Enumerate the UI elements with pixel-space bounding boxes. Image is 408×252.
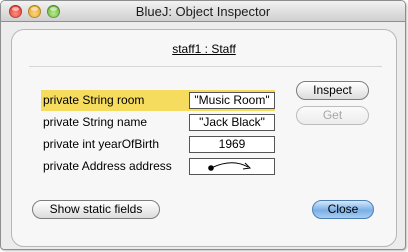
inspector-panel: staff1 : Staff private String room "Musi… [11, 29, 397, 247]
field-row-address[interactable]: private Address address [41, 156, 275, 177]
field-value: 1969 [189, 136, 275, 153]
close-button[interactable]: Close [312, 200, 374, 219]
object-reference-value[interactable] [189, 158, 275, 175]
field-row-name[interactable]: private String name "Jack Black" [41, 112, 275, 133]
field-label: private int yearOfBirth [43, 137, 160, 151]
inspect-button[interactable]: Inspect [296, 81, 369, 100]
window-title: BlueJ: Object Inspector [135, 4, 271, 19]
field-value: "Jack Black" [189, 114, 275, 131]
divider [29, 66, 382, 67]
field-value: "Music Room" [189, 92, 275, 109]
field-label: private Address address [43, 159, 172, 173]
object-header: staff1 : Staff [172, 42, 236, 56]
object-inspector-window: BlueJ: Object Inspector staff1 : Staff p… [0, 0, 406, 250]
get-button[interactable]: Get [296, 106, 369, 125]
title-bar: BlueJ: Object Inspector [1, 1, 405, 22]
field-row-year-of-birth[interactable]: private int yearOfBirth 1969 [41, 134, 275, 155]
field-row-room[interactable]: private String room "Music Room" [41, 90, 275, 111]
show-static-fields-button[interactable]: Show static fields [32, 200, 160, 219]
field-label: private String name [43, 115, 148, 129]
field-label: private String room [43, 93, 145, 107]
object-reference-arrow-icon [208, 162, 252, 171]
